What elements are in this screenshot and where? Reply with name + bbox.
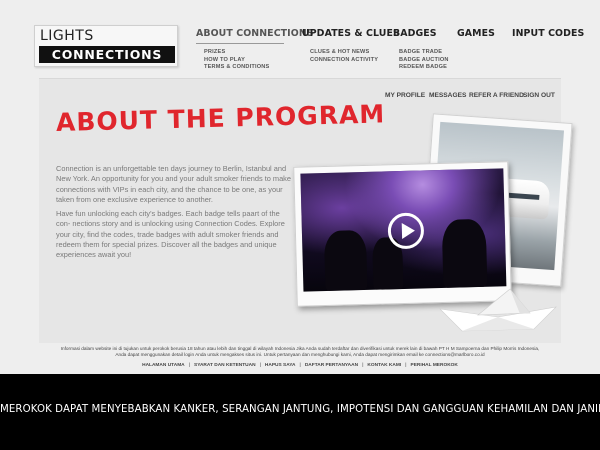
nav-subitem-terms[interactable]: TERMS & CONDITIONS: [204, 64, 314, 72]
footer-link-hapus-saya[interactable]: HAPUS SAYA: [265, 363, 296, 368]
nav-item-updates-clues[interactable]: UPDATES & CLUES: [302, 28, 400, 39]
nav-submenu-badges: BADGE TRADE BADGE AUCTION REDEEM BADGE: [393, 49, 449, 72]
intro-paragraph: Connection is an unforgettable ten days …: [56, 164, 291, 204]
nav-subitem-badge-trade[interactable]: BADGE TRADE: [399, 49, 449, 57]
promo-video[interactable]: [300, 168, 507, 292]
nav-badges: BADGES BADGE TRADE BADGE AUCTION REDEEM …: [393, 28, 449, 72]
subnav-my-profile[interactable]: MY PROFILE: [385, 92, 425, 99]
footer-links: HALAMAN UTAMA | SYARAT DAN KETENTUAN | HAPUS…: [0, 363, 600, 368]
nav-item-badges[interactable]: BADGES: [393, 28, 449, 39]
nav-subitem-connection-activity[interactable]: CONNECTION ACTIVITY: [310, 57, 400, 65]
logo-text-lights: LIGHTS: [40, 28, 94, 44]
footer-separator: |: [362, 363, 364, 368]
footer-separator: |: [188, 363, 190, 368]
nav-about-connections: ABOUT CONNECTIONS PRIZES HOW TO PLAY TER…: [196, 28, 314, 72]
paper-boat-icon: [439, 288, 557, 332]
nav-item-games[interactable]: GAMES: [457, 28, 495, 39]
nav-subitem-badge-auction[interactable]: BADGE AUCTION: [399, 57, 449, 65]
logo-text-connections: CONNECTIONS: [39, 46, 175, 63]
nav-item-about-connections[interactable]: ABOUT CONNECTIONS: [196, 28, 314, 39]
subnav-messages[interactable]: MESSAGES: [429, 92, 466, 99]
footer-link-daftar-pertanyaan[interactable]: DAFTAR PERTANYAAN: [305, 363, 358, 368]
health-warning-text: MEROKOK DAPAT MENYEBABKAN KANKER, SERANG…: [0, 404, 600, 415]
nav-item-input-codes[interactable]: INPUT CODES: [512, 28, 584, 39]
subnav-sign-out[interactable]: SIGN OUT: [523, 92, 555, 99]
nav-games: GAMES: [457, 28, 495, 39]
site-logo[interactable]: LIGHTS CONNECTIONS: [34, 25, 178, 67]
footer-link-halaman-utama[interactable]: HALAMAN UTAMA: [142, 363, 185, 368]
nav-subitem-redeem-badge[interactable]: REDEEM BADGE: [399, 64, 449, 72]
footer-separator: |: [405, 363, 407, 368]
footer-separator: |: [299, 363, 301, 368]
subnav-refer-a-friend[interactable]: REFER A FRIEND: [469, 92, 524, 99]
badges-paragraph: Have fun unlocking each city's badges. E…: [56, 209, 285, 260]
video-figure: [441, 218, 488, 288]
disclaimer-line: Anda dapat menggunakan detail login Anda…: [115, 352, 485, 357]
nav-subitem-clues-hot-news[interactable]: CLUES & HOT NEWS: [310, 49, 400, 57]
footer-link-syarat-dan-ketentuan[interactable]: SYARAT DAN KETENTUAN: [194, 363, 256, 368]
footer-link-kontak-kami[interactable]: KONTAK KAMI: [367, 363, 401, 368]
nav-updates-clues: UPDATES & CLUES CLUES & HOT NEWS CONNECT…: [302, 28, 400, 64]
legal-disclaimer: Informasi dalam website ini di tujukan u…: [40, 346, 560, 358]
page: LIGHTS CONNECTIONS ABOUT CONNECTIONS PRI…: [0, 0, 600, 450]
health-warning-bar: MEROKOK DAPAT MENYEBABKAN KANKER, SERANG…: [0, 374, 600, 450]
nav-subitem-prizes[interactable]: PRIZES: [204, 49, 314, 57]
video-figure: [323, 229, 368, 292]
nav-submenu-updates: CLUES & HOT NEWS CONNECTION ACTIVITY: [302, 49, 400, 64]
nav-submenu-about: PRIZES HOW TO PLAY TERMS & CONDITIONS: [196, 49, 314, 72]
nav-input-codes: INPUT CODES: [512, 28, 584, 39]
play-icon[interactable]: [387, 212, 425, 250]
footer-separator: |: [259, 363, 261, 368]
nav-divider: [196, 43, 284, 44]
nav-subitem-how-to-play[interactable]: HOW TO PLAY: [204, 57, 314, 65]
footer-link-perihal-merokok[interactable]: PERIHAL MEROKOK: [411, 363, 458, 368]
video-polaroid: [293, 161, 512, 307]
